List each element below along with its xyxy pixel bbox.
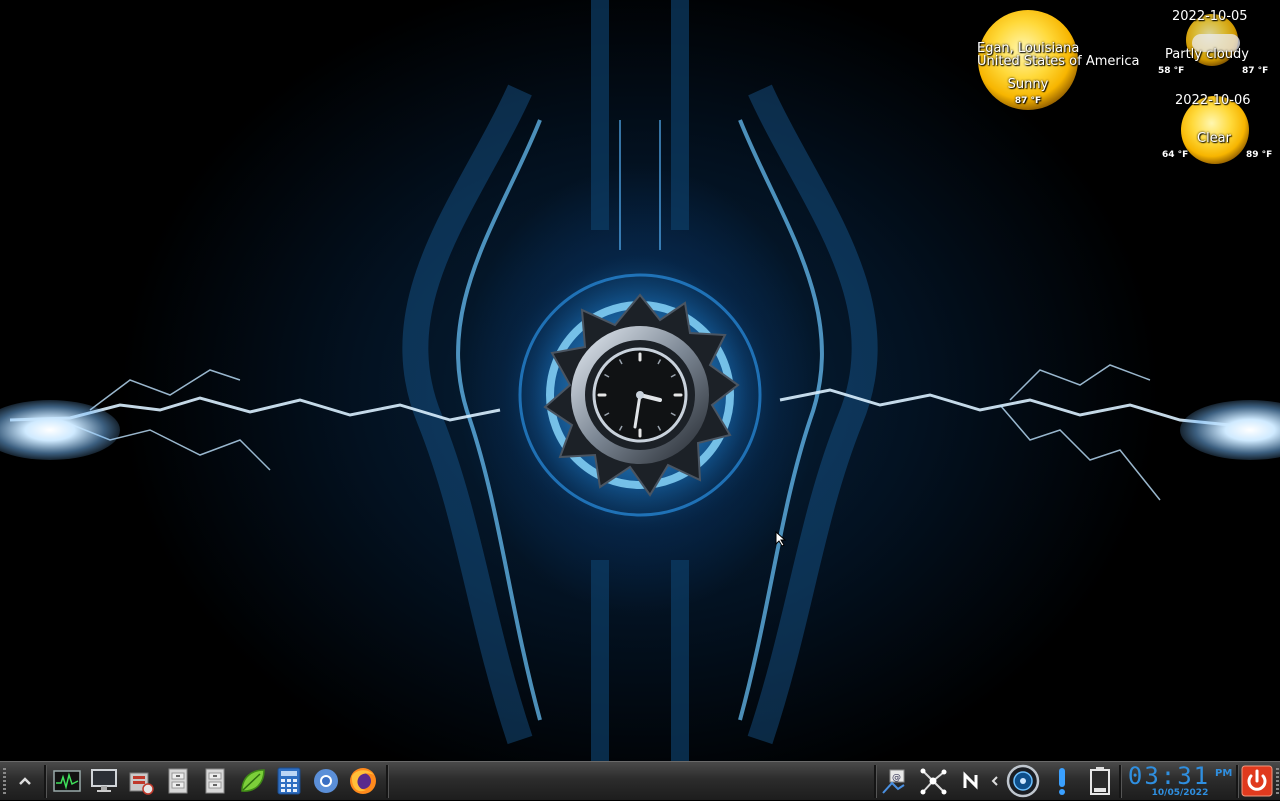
display-icon <box>91 769 117 792</box>
svg-text:@: @ <box>892 773 901 783</box>
launcher-firefox[interactable] <box>347 766 379 796</box>
tray-volume[interactable] <box>1004 764 1042 798</box>
calculator-icon <box>277 767 301 795</box>
clock-date: 10/05/2022 <box>1151 788 1209 798</box>
launcher-chromium[interactable] <box>310 766 342 796</box>
taskbar: @ <box>0 761 1280 800</box>
battery-icon <box>1090 767 1110 795</box>
network-settings-icon: @ <box>882 769 905 794</box>
analog-clock-widget[interactable] <box>590 345 690 445</box>
network-graph-icon <box>920 768 947 795</box>
show-menu-button[interactable] <box>11 766 39 796</box>
chevron-left-icon <box>991 776 998 786</box>
launcher-system-monitor[interactable] <box>51 766 83 796</box>
tray-network-graph[interactable] <box>917 766 949 796</box>
taskbar-grip-left[interactable] <box>3 768 6 794</box>
tray-notifications[interactable] <box>1048 766 1076 796</box>
file-cabinet-icon <box>168 768 188 794</box>
taskbar-grip-right[interactable] <box>1276 768 1279 794</box>
n-app-icon <box>963 771 978 790</box>
tray-network-settings[interactable]: @ <box>878 766 910 796</box>
tray-battery[interactable] <box>1084 766 1116 796</box>
launcher-file-manager-2[interactable] <box>199 766 231 796</box>
taskbar-separator <box>1236 765 1239 798</box>
speaker-volume-icon <box>1006 764 1040 798</box>
clock-time: 03:31 <box>1127 762 1211 790</box>
launcher-leafpad[interactable] <box>236 766 268 796</box>
tray-n-app[interactable] <box>958 766 986 796</box>
file-cabinet-icon <box>205 768 225 794</box>
firefox-icon <box>350 768 376 794</box>
package-installer-icon <box>129 772 154 795</box>
leaf-icon <box>241 769 265 792</box>
launcher-file-manager-1[interactable] <box>162 766 194 796</box>
power-button[interactable] <box>1240 765 1274 797</box>
launcher-display[interactable] <box>88 766 120 796</box>
window-list[interactable] <box>392 764 870 799</box>
taskbar-separator <box>44 765 47 798</box>
tray-expand-button[interactable] <box>988 766 1002 796</box>
clock-ampm: PM <box>1215 768 1233 779</box>
mouse-cursor-icon <box>775 531 787 547</box>
exclamation-icon <box>1059 768 1065 795</box>
taskbar-separator <box>874 765 877 798</box>
power-icon <box>1241 765 1273 797</box>
chromium-icon <box>314 769 338 793</box>
chevron-up-icon <box>19 777 31 785</box>
launcher-package-installer[interactable] <box>125 766 157 796</box>
system-monitor-icon <box>53 770 81 792</box>
launcher-calculator[interactable] <box>273 766 305 796</box>
clock-face-icon <box>592 347 688 443</box>
desktop-wallpaper[interactable]: Egan, Louisiana United States of America… <box>0 0 1280 761</box>
taskbar-separator <box>386 765 389 798</box>
